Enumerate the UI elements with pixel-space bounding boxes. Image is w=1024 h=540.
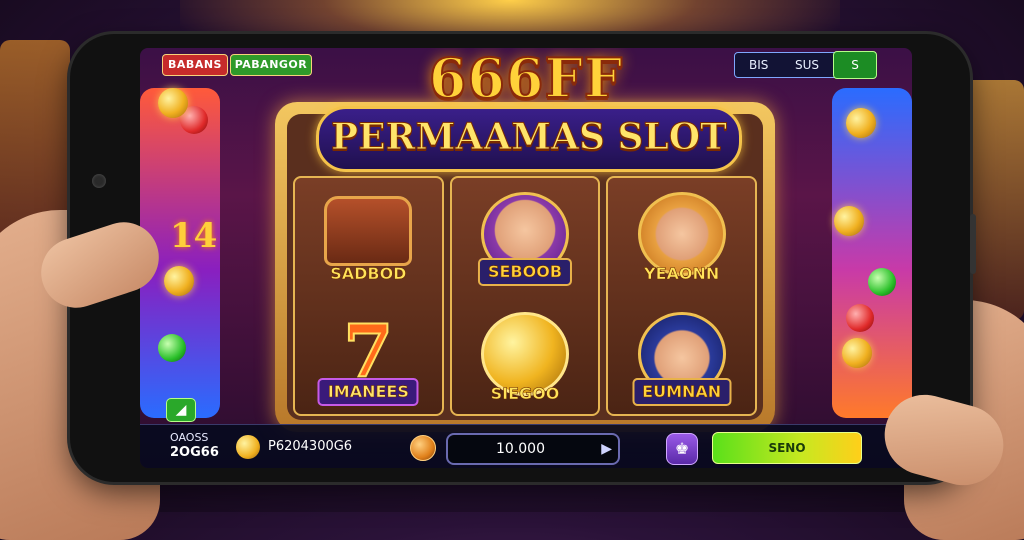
symbol-label: IMANEES [317,378,419,406]
bet-label: OAOSS [170,431,209,444]
title-banner: PERMAAMAS SLOT [316,106,742,172]
reel-1: SADBOD 7 IMANEES [293,176,444,416]
top-info-box: BIS SUS S [734,51,877,79]
reels: SADBOD 7 IMANEES SEBOOB SIEGOO YEAONN EU… [293,176,758,418]
camera-icon [92,174,106,188]
menu-button[interactable]: ♚ [666,433,698,465]
bet-value: 2OG66 [170,445,219,460]
top-info-button[interactable]: S [833,51,877,79]
reel-cell: EUMNAN [608,298,755,418]
reel-2: SEBOOB SIEGOO [449,176,601,418]
symbol-label: EUMNAN [632,378,732,406]
reel-cell: 7 IMANEES [295,298,442,418]
symbol-label: SEBOOB [477,258,573,286]
coin-icon [842,338,872,368]
bet-coin-icon[interactable] [410,435,436,461]
top-red-button[interactable]: BABANS [162,54,228,76]
play-arrow-icon[interactable]: ▶ [601,435,612,463]
green-gem-icon [158,334,186,362]
bottom-bar: OAOSS 2OG66 P6204300G6 10.000 ▶ ♚ SENO [140,424,912,468]
reel-cell: SADBOD [295,178,442,298]
amount-field[interactable]: 10.000 ▶ [446,433,620,465]
top-info-b: SUS [795,58,820,72]
coin-icon [834,206,864,236]
coin-icon [164,266,194,296]
balance-value: P6204300G6 [268,439,353,454]
reel-cell: SEBOOB [452,178,599,298]
top-green-button[interactable]: PABANGOR [230,54,312,76]
game-title: 666FF [428,48,624,110]
reel-cell: YEAONN [608,178,755,298]
game-subtitle: PERMAAMAS SLOT [331,116,728,159]
red-gem-icon [846,304,874,332]
amount-value: 10.000 [496,441,545,457]
symbol-label: SADBOD [330,264,407,284]
spin-button[interactable]: SENO [712,432,862,464]
reel-3: YEAONN EUMNAN [606,176,758,418]
side-number: 14 [170,216,218,256]
phone-side-button [970,214,976,274]
symbol-label: SIEGOO [490,384,560,404]
coin-icon [158,88,188,118]
reel-cell: SIEGOO [452,298,599,418]
phone: 14 BABANS PABANGOR BIS SUS S 666FF PERMA… [70,34,976,482]
symbol-label: YEAONN [644,264,720,284]
coin-icon [236,435,260,459]
green-gem-icon [868,268,896,296]
top-info-a: BIS [749,58,769,72]
chest-icon [324,196,413,266]
coin-icon [846,108,876,138]
right-light-panel [832,88,912,418]
auto-play-icon[interactable]: ◢ [166,398,196,422]
game-screen: 14 BABANS PABANGOR BIS SUS S 666FF PERMA… [140,48,912,468]
